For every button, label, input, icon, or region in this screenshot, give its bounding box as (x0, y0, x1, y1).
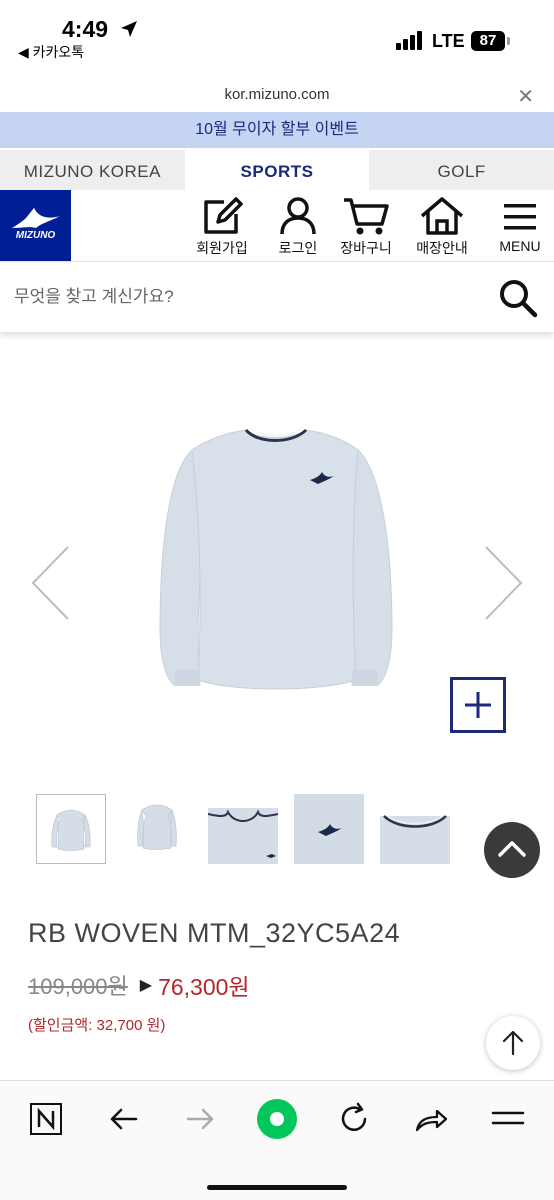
thumbnail-item[interactable] (294, 794, 364, 864)
arrow-left-icon (110, 1108, 138, 1130)
search-input[interactable] (14, 282, 474, 312)
green-dot-icon (257, 1099, 297, 1139)
back-to-app-link[interactable]: ◀ 카카오톡 (18, 42, 84, 62)
tab-sports[interactable]: SPORTS (184, 150, 370, 190)
browser-toolbar (0, 1080, 554, 1200)
cart-button[interactable]: 장바구니 (336, 196, 396, 258)
battery-indicator: 87 (471, 31, 505, 51)
hamburger-icon (491, 1111, 525, 1125)
search-icon[interactable] (498, 278, 538, 318)
thumbnail-image (380, 815, 450, 864)
store-locator-button[interactable]: 매장안내 (412, 196, 472, 258)
store-locator-label: 매장안내 (416, 240, 468, 256)
cart-label: 장바구니 (340, 240, 392, 256)
product-image-carousel[interactable] (0, 340, 554, 780)
chevron-right-icon[interactable] (484, 545, 524, 621)
plus-icon (465, 692, 491, 718)
network-type: LTE (432, 31, 465, 51)
thumbnail-image (207, 808, 279, 864)
thumbnail-item[interactable] (207, 794, 279, 864)
thumbnail-item[interactable] (36, 794, 106, 864)
cart-icon (344, 198, 389, 235)
green-dot-button[interactable] (255, 1097, 299, 1141)
product-name: RB WOVEN MTM_32YC5A24 (28, 918, 401, 948)
signup-button[interactable]: 회원가입 (192, 196, 252, 258)
thumbnail-image (137, 804, 177, 850)
site-tabs: MIZUNO KOREA SPORTS GOLF (0, 150, 554, 190)
thumbnail-image (51, 809, 91, 851)
user-icon (280, 197, 316, 235)
browser-menu-button[interactable] (486, 1097, 530, 1141)
refresh-icon (341, 1102, 367, 1131)
sale-price: 76,300원 (158, 974, 250, 1000)
logo-text: MIZUNO (15, 230, 56, 241)
back-button[interactable] (102, 1097, 146, 1141)
home-indicator (207, 1185, 347, 1190)
share-icon (415, 1109, 448, 1132)
menu-button[interactable]: MENU (490, 196, 550, 254)
status-time: 4:49 (62, 16, 109, 42)
arrow-right-icon (186, 1108, 214, 1130)
naver-n-icon (30, 1103, 62, 1135)
back-to-top-button[interactable] (486, 1016, 540, 1070)
forward-button[interactable] (178, 1097, 222, 1141)
thumbnail-item[interactable] (380, 794, 450, 864)
scroll-up-button[interactable] (484, 822, 540, 878)
close-icon[interactable]: ✕ (517, 84, 534, 109)
url-bar[interactable]: kor.mizuno.com ✕ (0, 80, 554, 112)
chevron-up-icon (498, 841, 526, 857)
url-text[interactable]: kor.mizuno.com (0, 86, 554, 103)
price-row: 109,000원 ▶ 76,300원 (28, 968, 250, 1002)
home-store-icon (420, 197, 464, 235)
tab-golf[interactable]: GOLF (369, 150, 554, 190)
status-bar: 4:49 ◀ 카카오톡 LTE 87 (0, 0, 554, 80)
thumbnail-strip (36, 794, 450, 866)
arrow-up-icon (502, 1030, 524, 1056)
thumbnail-item[interactable] (122, 794, 192, 864)
site-header: MIZUNO 회원가입 로그인 장바구니 매장안내 MENU (0, 190, 554, 262)
refresh-button[interactable] (332, 1097, 376, 1141)
signal-icon (396, 31, 422, 50)
zoom-button[interactable] (450, 677, 506, 733)
search-bar (0, 262, 554, 332)
original-price: 109,000원 (28, 974, 128, 999)
mizuno-logo[interactable]: MIZUNO (0, 190, 71, 261)
thumbnail-image (294, 794, 364, 864)
battery-nub (507, 37, 510, 45)
discount-amount: (할인금액: 32,700 원) (28, 1017, 166, 1034)
login-label: 로그인 (278, 240, 318, 256)
location-arrow-icon (121, 21, 137, 37)
tab-mizuno-korea[interactable]: MIZUNO KOREA (0, 150, 185, 190)
price-arrow-icon: ▶ (139, 977, 153, 994)
menu-icon (504, 204, 536, 230)
login-button[interactable]: 로그인 (268, 196, 328, 258)
menu-label: MENU (499, 238, 541, 254)
naver-home-button[interactable] (24, 1097, 68, 1141)
signup-label: 회원가입 (196, 240, 248, 256)
edit-icon (204, 197, 243, 234)
share-button[interactable] (409, 1097, 453, 1141)
event-banner[interactable]: 10월 무이자 할부 이벤트 (0, 112, 554, 148)
